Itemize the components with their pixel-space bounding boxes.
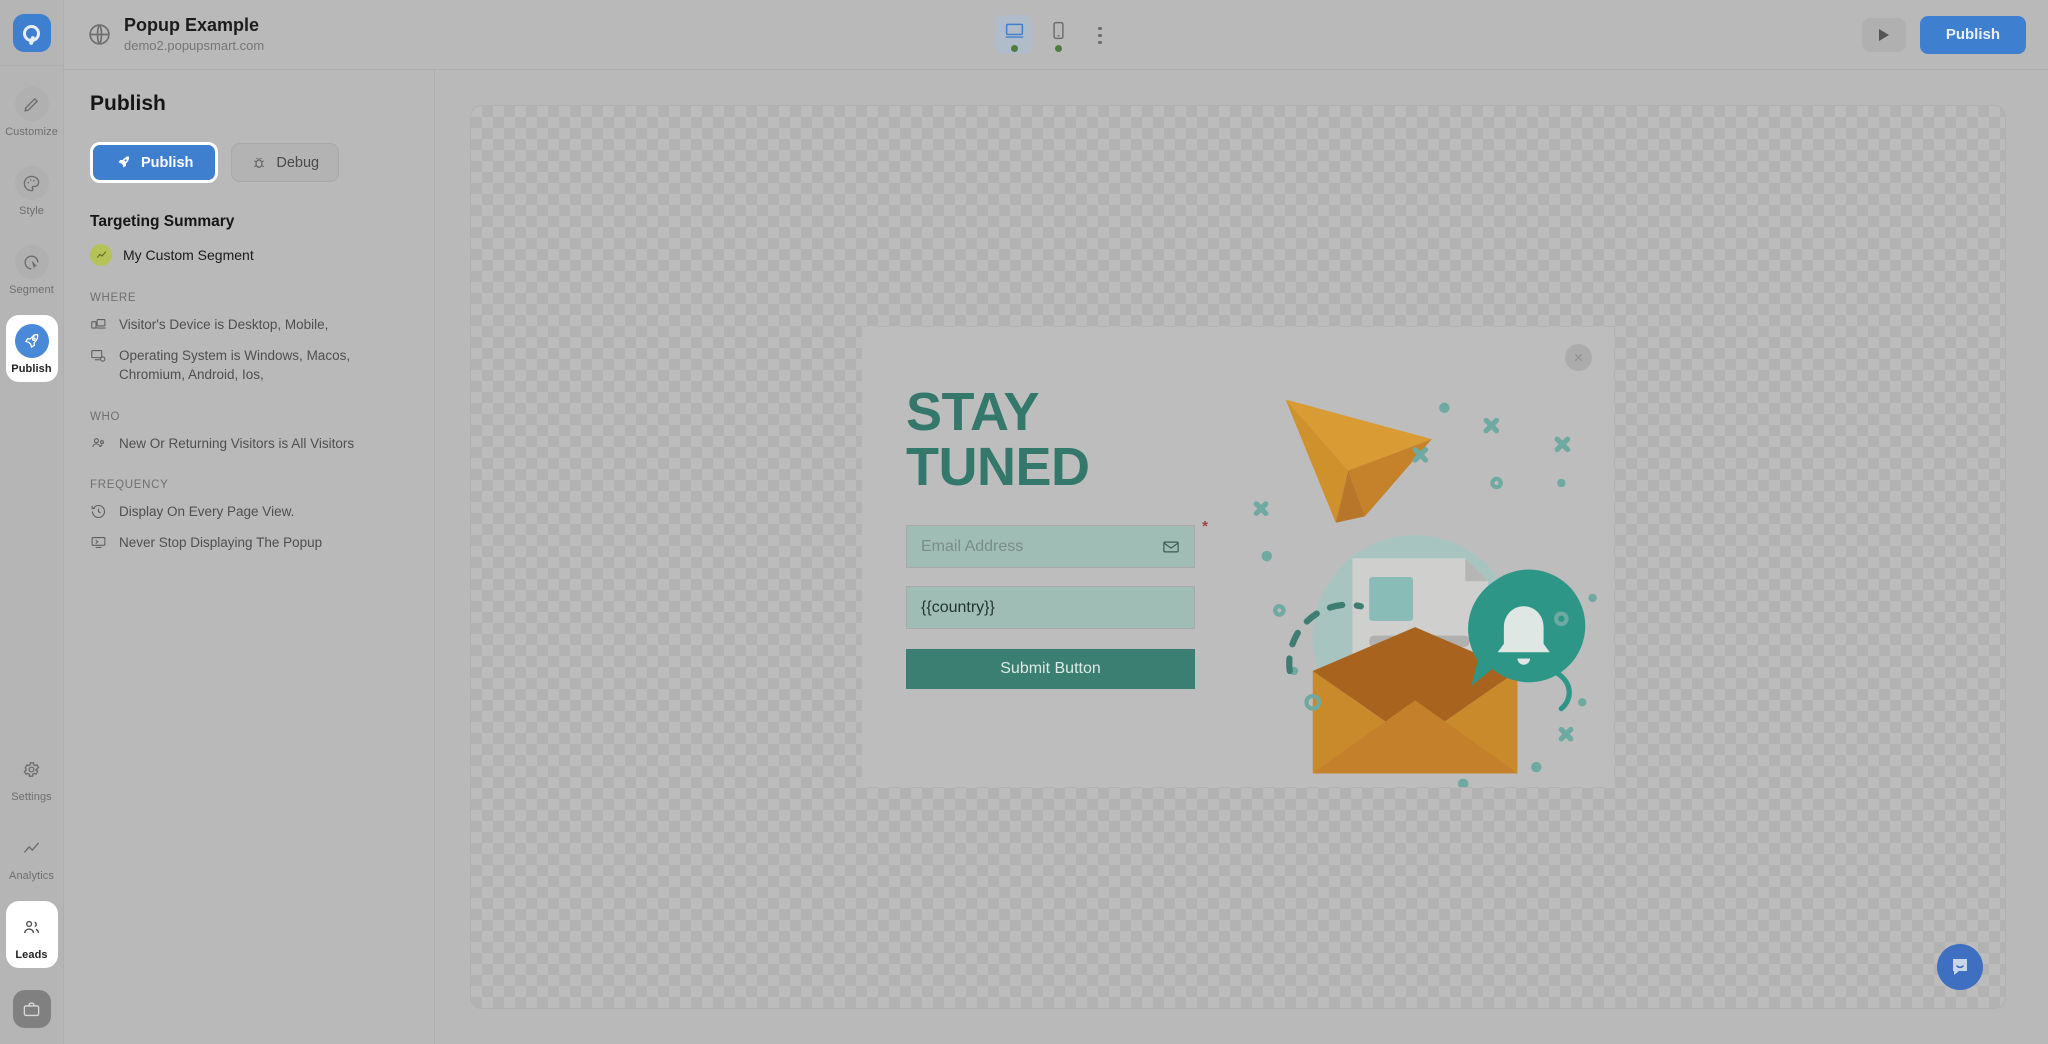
briefcase-icon[interactable] (12, 990, 51, 1028)
rule-item: Never Stop Displaying The Popup (90, 533, 408, 553)
newsletter-envelope-bell-illustration (1253, 399, 1597, 787)
rocket-icon (14, 324, 49, 358)
popup-headline-line1: STAY (906, 382, 1040, 442)
sidebar-item-label: Settings (11, 791, 52, 803)
sidebar-item-label: Segment (9, 284, 54, 296)
trend-line-icon (90, 244, 112, 266)
debug-button-label: Debug (276, 154, 320, 171)
rocket-icon (118, 156, 130, 168)
popup-form-section: STAY TUNED Email Address * {{country}} S… (862, 327, 1238, 787)
visitors-icon (90, 435, 107, 452)
mobile-icon (1052, 21, 1064, 39)
sidebar-item-style[interactable]: Style (6, 157, 58, 224)
country-field[interactable]: {{country}} (906, 586, 1195, 630)
sidebar-item-segment[interactable]: Segment (6, 236, 58, 303)
rule-item: New Or Returning Visitors is All Visitor… (90, 434, 408, 454)
status-dot (1010, 44, 1018, 52)
sidebar-item-label: Publish (11, 363, 52, 375)
page-title: Popup Example (124, 15, 260, 36)
publish-button-top[interactable]: Publish (1919, 15, 2026, 54)
rule-text: New Or Returning Visitors is All Visitor… (119, 435, 355, 451)
email-field-placeholder: Email Address (921, 537, 1024, 555)
app-root: Customize Style Segment Publish Settings… (0, 0, 2048, 1044)
bug-icon (254, 157, 265, 168)
monitor-stop-icon (90, 534, 107, 551)
device-toggle-desktop[interactable] (995, 14, 1033, 54)
chat-bubble-icon (1953, 959, 1967, 975)
rule-item: Display On Every Page View. (90, 502, 408, 522)
more-vertical-icon[interactable] (1083, 17, 1117, 55)
panel-title: Publish (90, 92, 166, 115)
globe-icon (86, 22, 112, 48)
rail-top-group: Customize Style Segment Publish (0, 66, 63, 382)
line-chart-icon (15, 831, 49, 865)
palette-icon (14, 166, 49, 200)
rule-text: Visitor's Device is Desktop, Mobile, (119, 317, 329, 332)
sidebar-item-label: Customize (5, 126, 58, 138)
play-icon (1878, 28, 1889, 41)
group-label-where: WHERE (90, 292, 137, 304)
transparent-canvas[interactable]: STAY TUNED Email Address * {{country}} S… (470, 105, 2006, 1009)
left-nav-rail: Customize Style Segment Publish Settings… (0, 0, 64, 1044)
device-icon (90, 316, 107, 333)
publish-button-label: Publish (141, 154, 194, 171)
sidebar-item-analytics[interactable]: Analytics (6, 822, 58, 889)
rail-bottom-group: Settings Analytics Leads (0, 731, 63, 1044)
submit-button[interactable]: Submit Button (906, 649, 1195, 690)
sidebar-item-label: Analytics (9, 870, 54, 882)
segment-row[interactable]: My Custom Segment (90, 244, 408, 266)
editor-canvas-area: STAY TUNED Email Address * {{country}} S… (436, 70, 2048, 1044)
pencil-icon (14, 87, 49, 121)
publish-actions: Publish Debug (90, 142, 408, 183)
group-label-frequency: FREQUENCY (90, 479, 169, 492)
desktop-icon (1005, 23, 1023, 38)
popupsmart-logo-icon[interactable] (12, 14, 51, 52)
popup-illustration-section (1238, 327, 1614, 787)
top-toolbar: Popup Example demo2.popupsmart.com Publi… (64, 0, 2048, 70)
rule-item: Visitor's Device is Desktop, Mobile, (90, 315, 408, 335)
cursor-target-icon (14, 245, 49, 279)
rule-item: Operating System is Windows, Macos, Chro… (90, 346, 408, 385)
sidebar-item-settings[interactable]: Settings (6, 743, 58, 810)
sidebar-item-label: Leads (15, 949, 48, 961)
project-info: Popup Example demo2.popupsmart.com (124, 14, 264, 54)
rule-text: Never Stop Displaying The Popup (119, 534, 323, 550)
email-field[interactable]: Email Address * (906, 518, 1208, 569)
targeting-summary-title: Targeting Summary (90, 213, 235, 230)
sidebar-item-label: Style (19, 205, 44, 217)
rule-text: Display On Every Page View. (119, 504, 295, 520)
popup-headline-line2: TUNED (906, 437, 1090, 498)
required-marker: * (1202, 518, 1208, 536)
preview-play-button[interactable] (1861, 17, 1906, 52)
debug-button[interactable]: Debug (231, 143, 340, 182)
device-toggle-mobile[interactable] (1039, 15, 1077, 54)
rule-text: Operating System is Windows, Macos, Chro… (119, 347, 351, 383)
device-preview-toggle (995, 14, 1117, 55)
chat-widget-button[interactable] (1937, 944, 1983, 990)
history-icon (90, 503, 107, 520)
envelope-icon (1163, 541, 1179, 553)
os-monitor-icon (90, 347, 107, 364)
sidebar-item-customize[interactable]: Customize (5, 78, 58, 145)
sidebar-item-leads[interactable]: Leads (5, 901, 58, 968)
status-dot (1054, 44, 1062, 52)
group-label-who: WHO (90, 410, 121, 423)
publish-button[interactable]: Publish (90, 142, 219, 183)
gear-icon (15, 752, 49, 786)
segment-name: My Custom Segment (123, 247, 254, 263)
country-field-value: {{country}} (921, 598, 995, 616)
publish-panel: Publish Publish Debug Targeting Summary … (64, 70, 435, 1044)
popup-preview[interactable]: STAY TUNED Email Address * {{country}} S… (862, 327, 1614, 787)
toolbar-actions: Publish (1861, 15, 2026, 54)
project-url: demo2.popupsmart.com (124, 37, 265, 53)
people-icon (15, 910, 49, 944)
sidebar-item-publish[interactable]: Publish (5, 315, 58, 382)
